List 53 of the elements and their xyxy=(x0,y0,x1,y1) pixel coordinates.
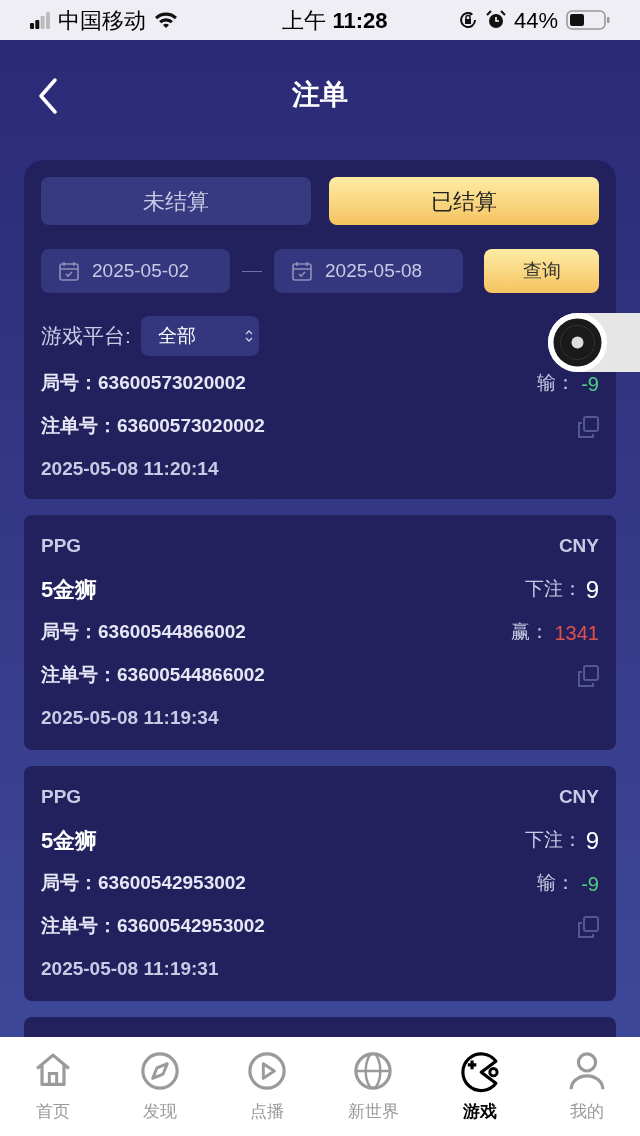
query-button[interactable]: 查询 xyxy=(484,249,599,293)
result-label: 赢： xyxy=(510,620,549,645)
settlement-tab[interactable]: 已结算 xyxy=(329,177,599,225)
game-name: 5金狮 xyxy=(41,827,98,855)
copy-icon[interactable] xyxy=(577,664,599,687)
copy-icon[interactable] xyxy=(577,915,599,938)
alarm-icon xyxy=(485,10,506,30)
bet-label: 下注： xyxy=(524,828,582,853)
round-number: 局号：63600573020002 xyxy=(41,371,246,396)
result-label: 输： xyxy=(537,371,576,396)
result-amount: -9 xyxy=(581,371,599,397)
currency: CNY xyxy=(558,785,599,810)
order-time: 2025-05-08 11:19:34 xyxy=(41,706,219,731)
back-icon xyxy=(38,78,58,114)
order-number: 注单号：63600573020002 xyxy=(41,414,265,439)
vinyl-disc-icon xyxy=(548,313,607,372)
start-date-field[interactable]: 2025-05-02 xyxy=(41,249,230,293)
result-label: 输： xyxy=(537,871,576,896)
order-number: 注单号：63600542953002 xyxy=(41,914,265,939)
page-title: 注单 xyxy=(292,78,348,112)
copy-icon[interactable] xyxy=(577,415,599,438)
battery-icon xyxy=(566,10,610,30)
bet-amount: 9 xyxy=(585,825,599,856)
bet-amount: 9 xyxy=(585,574,599,605)
clock: 上午 11:28 xyxy=(282,6,388,35)
game-icon xyxy=(458,1049,502,1093)
result-amount: 1341 xyxy=(554,620,599,646)
rotation-lock-icon xyxy=(457,10,478,30)
bet-label: 下注： xyxy=(524,577,582,602)
platform-name: PPG xyxy=(41,785,82,810)
platform-name: PPG xyxy=(41,534,82,559)
platform-select[interactable]: 全部 xyxy=(140,316,259,356)
platform-label: 游戏平台: xyxy=(41,323,131,350)
order-number: 注单号：63600544866002 xyxy=(41,663,265,688)
updown-icon xyxy=(243,328,254,344)
wifi-icon xyxy=(154,11,178,29)
round-number: 局号：63600544866002 xyxy=(41,620,246,645)
order-time: 2025-05-08 11:20:14 xyxy=(41,457,219,482)
calendar-icon xyxy=(59,261,79,281)
floating-music-button[interactable] xyxy=(548,313,640,372)
settlement-tab[interactable]: 未结算 xyxy=(41,177,311,225)
signal-icon xyxy=(30,11,50,29)
round-number: 局号：63600542953002 xyxy=(41,871,246,896)
carrier-name: 中国移动 xyxy=(58,6,146,35)
game-name: 5金狮 xyxy=(41,576,98,604)
end-date-field[interactable]: 2025-05-08 xyxy=(274,249,463,293)
calendar-icon xyxy=(292,261,312,281)
result-amount: -9 xyxy=(581,871,599,897)
order-time: 2025-05-08 11:19:31 xyxy=(41,957,219,982)
battery-percent: 44% xyxy=(513,6,558,35)
currency: CNY xyxy=(558,534,599,559)
tab-bar-item[interactable]: 游戏 xyxy=(426,1049,534,1127)
compass-icon xyxy=(138,1049,182,1093)
